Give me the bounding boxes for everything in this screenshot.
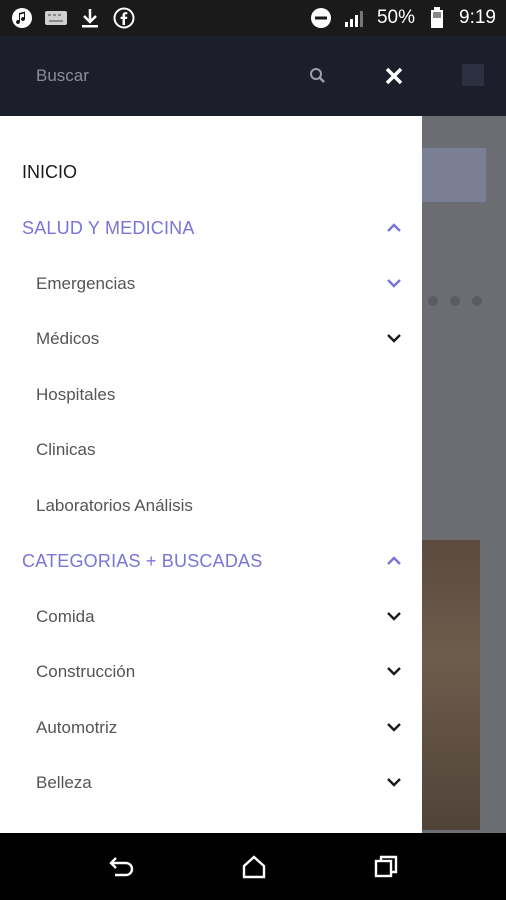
search-input[interactable]: Buscar	[0, 36, 345, 116]
signal-icon	[343, 6, 367, 30]
battery-icon	[425, 6, 449, 30]
menu-item-emergencias[interactable]: Emergencias	[0, 256, 422, 311]
menu-item-comida[interactable]: Comida	[0, 589, 422, 644]
menu-item-label: INICIO	[22, 162, 78, 182]
menu-item-label: Construcción	[36, 661, 136, 681]
status-bar-right: 50% 9:19	[309, 6, 496, 30]
home-button[interactable]	[240, 853, 268, 881]
recents-button[interactable]	[372, 853, 400, 881]
menu-item-medicos[interactable]: Médicos	[0, 311, 422, 366]
back-button[interactable]	[108, 853, 136, 881]
menu-item-label: Hospitales	[36, 384, 116, 404]
menu-item-clinicas[interactable]: Clinicas	[0, 422, 422, 477]
chevron-down-icon	[384, 273, 404, 293]
close-button[interactable]	[380, 62, 408, 90]
back-icon	[109, 857, 134, 877]
chevron-up-icon	[384, 218, 404, 238]
nav-drawer: INICIO SALUD Y MEDICINA Emergencias Médi…	[0, 116, 422, 833]
menu-item-construccion[interactable]: Construcción	[0, 644, 422, 699]
chevron-down-icon	[384, 328, 404, 348]
menu-item-belleza[interactable]: Belleza	[0, 755, 422, 810]
clock: 9:19	[459, 7, 496, 28]
app-header: Buscar	[0, 36, 506, 116]
section-salud-y-medicina[interactable]: SALUD Y MEDICINA	[0, 201, 422, 256]
background-dots	[428, 296, 482, 306]
home-icon	[242, 855, 266, 879]
menu-item-automotriz[interactable]: Automotriz	[0, 700, 422, 755]
menu-item-label: Automotriz	[36, 717, 118, 737]
menu-item-label: Clinicas	[36, 439, 96, 459]
music-icon	[10, 6, 34, 30]
chevron-down-icon	[384, 606, 404, 626]
dnd-icon	[309, 6, 333, 30]
section-categorias-buscadas[interactable]: CATEGORIAS + BUSCADAS	[0, 534, 422, 589]
chevron-down-icon	[384, 717, 404, 737]
menu-item-label: Comida	[36, 606, 95, 626]
status-bar: 50% 9:19	[0, 0, 506, 36]
system-nav-bar	[0, 833, 506, 900]
menu-item-hospitales[interactable]: Hospitales	[0, 367, 422, 422]
section-label: SALUD Y MEDICINA	[22, 218, 195, 238]
search-icon[interactable]	[308, 66, 328, 86]
menu-item-inicio[interactable]: INICIO	[0, 145, 422, 200]
close-icon	[385, 67, 403, 85]
recents-icon	[374, 855, 398, 878]
background-card	[422, 148, 486, 202]
header-menu-button[interactable]	[462, 64, 484, 86]
status-bar-left	[10, 6, 136, 30]
download-icon	[78, 6, 102, 30]
background-image	[422, 540, 480, 830]
keyboard-icon	[44, 6, 68, 30]
menu-item-label: Belleza	[36, 772, 92, 792]
chevron-down-icon	[384, 661, 404, 681]
background-page	[422, 116, 506, 833]
menu-item-label: Médicos	[36, 328, 100, 348]
menu-item-label: Laboratorios Análisis	[36, 495, 193, 515]
search-placeholder: Buscar	[36, 66, 89, 85]
chevron-up-icon	[384, 551, 404, 571]
menu-item-label: Emergencias	[36, 273, 136, 293]
section-label: CATEGORIAS + BUSCADAS	[22, 551, 263, 571]
menu-item-laboratorios[interactable]: Laboratorios Análisis	[0, 478, 422, 533]
chevron-down-icon	[384, 772, 404, 792]
facebook-icon	[112, 6, 136, 30]
battery-percent: 50%	[376, 7, 416, 28]
